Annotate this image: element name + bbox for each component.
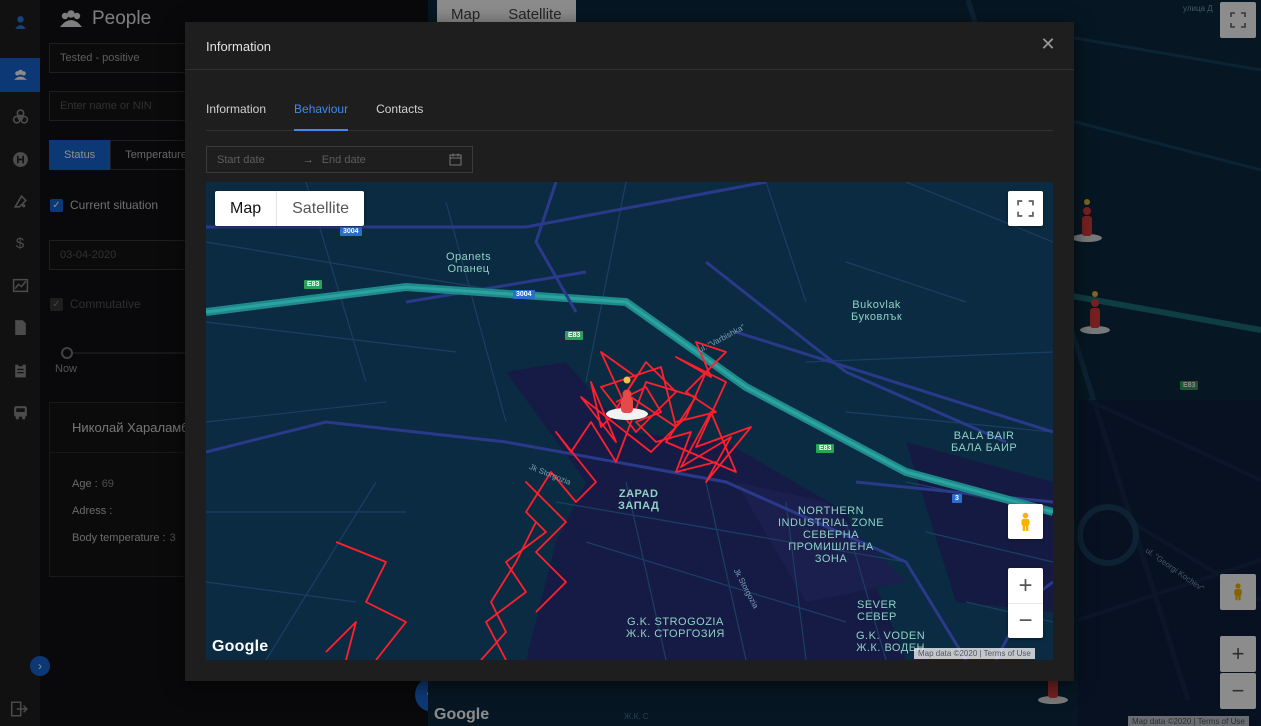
map-label-sever-latin: SEVER: [857, 599, 897, 611]
fullscreen-button[interactable]: [1008, 191, 1043, 226]
map-label-zapad: ZAPAD ЗАПАД: [618, 488, 659, 512]
start-date-input[interactable]: Start date: [217, 154, 265, 166]
terms-of-use-link[interactable]: Terms of Use: [984, 649, 1031, 658]
map-label-bala-bair-latin: BALA BAIR: [953, 430, 1015, 442]
modal-tabs: Information Behaviour Contacts: [206, 102, 1053, 131]
date-range-picker[interactable]: Start date → End date: [206, 146, 473, 173]
map-label-bala-bair: BALA BAIR БАЛА БАИР: [951, 430, 1017, 454]
modal-title: Information: [185, 22, 1074, 70]
map-label-bukovlak-latin: Bukovlak: [852, 299, 901, 311]
map-label-opanets-latin: Opanets: [446, 251, 492, 263]
map-label-bukovlak-cyrillic: Буковлък: [851, 311, 903, 323]
zoom-control: + −: [1008, 568, 1043, 638]
map-attribution-data: Map data ©2020: [918, 649, 978, 658]
zoom-out-button[interactable]: −: [1008, 603, 1043, 638]
map-type-map-button[interactable]: Map: [215, 191, 276, 226]
map-label-northern-zone-cyrillic: СЕВЕРНА ПРОМИШЛЕНА ЗОНА: [788, 529, 874, 565]
map-label-strogozia-cyrillic: Ж.К. СТОРГОЗИЯ: [626, 628, 725, 640]
map-label-bukovlak: Bukovlak Буковлък: [851, 299, 902, 323]
map-attribution: Map data ©2020 | Terms of Use: [914, 648, 1035, 659]
map-base-layer: [206, 182, 1053, 660]
road-shield-e83: E83: [565, 331, 584, 340]
arrow-right-icon: →: [302, 153, 314, 166]
tab-information[interactable]: Information: [206, 102, 266, 131]
map-label-strogozia-latin: G.K. STROGOZIA: [626, 616, 724, 628]
map-type-control: Map Satellite: [215, 191, 365, 226]
map-label-opanets: Opanets Опанец: [446, 251, 491, 275]
road-shield-e83: E83: [816, 444, 835, 453]
google-logo: Google: [212, 638, 269, 655]
calendar-icon: [449, 153, 462, 166]
fullscreen-icon: [1017, 200, 1034, 217]
road-shield-e83: E83: [304, 280, 323, 289]
map-label-sever-cyrillic: СЕВЕР: [857, 611, 897, 623]
map-label-northern-zone: NORTHERN INDUSTRIAL ZONE СЕВЕРНА ПРОМИШЛ…: [776, 505, 886, 565]
pegman-button[interactable]: [1008, 504, 1043, 539]
map-label-sever: SEVER СЕВЕР: [857, 599, 897, 623]
pegman-icon: [1021, 512, 1030, 531]
close-icon[interactable]: ✕: [1040, 35, 1056, 53]
zoom-in-button[interactable]: +: [1008, 568, 1043, 603]
map-label-northern-zone-latin: NORTHERN INDUSTRIAL ZONE: [777, 505, 885, 529]
map-label-zapad-cyrillic: ЗАПАД: [618, 500, 660, 512]
road-shield-3004: 3004: [513, 290, 535, 299]
map-label-opanets-cyrillic: Опанец: [447, 263, 490, 275]
map-label-voden-latin: G.K. VODEN: [856, 630, 926, 642]
tab-contacts[interactable]: Contacts: [376, 102, 423, 131]
information-modal: Information ✕ Information Behaviour Cont…: [185, 22, 1074, 681]
map-label-bala-bair-cyrillic: БАЛА БАИР: [951, 442, 1018, 454]
map-label-strogozia: G.K. STROGOZIA Ж.К. СТОРГОЗИЯ: [626, 616, 725, 640]
map-label-zapad-latin: ZAPAD: [618, 488, 659, 500]
road-shield-3004: 3004: [340, 227, 362, 236]
tab-behaviour[interactable]: Behaviour: [294, 102, 349, 131]
map-type-satellite-button[interactable]: Satellite: [276, 191, 364, 226]
behaviour-map[interactable]: Opanets Опанец Bukovlak Буковлък BALA BA…: [206, 182, 1053, 660]
road-shield-3: 3: [952, 494, 962, 503]
end-date-input[interactable]: End date: [322, 154, 366, 166]
